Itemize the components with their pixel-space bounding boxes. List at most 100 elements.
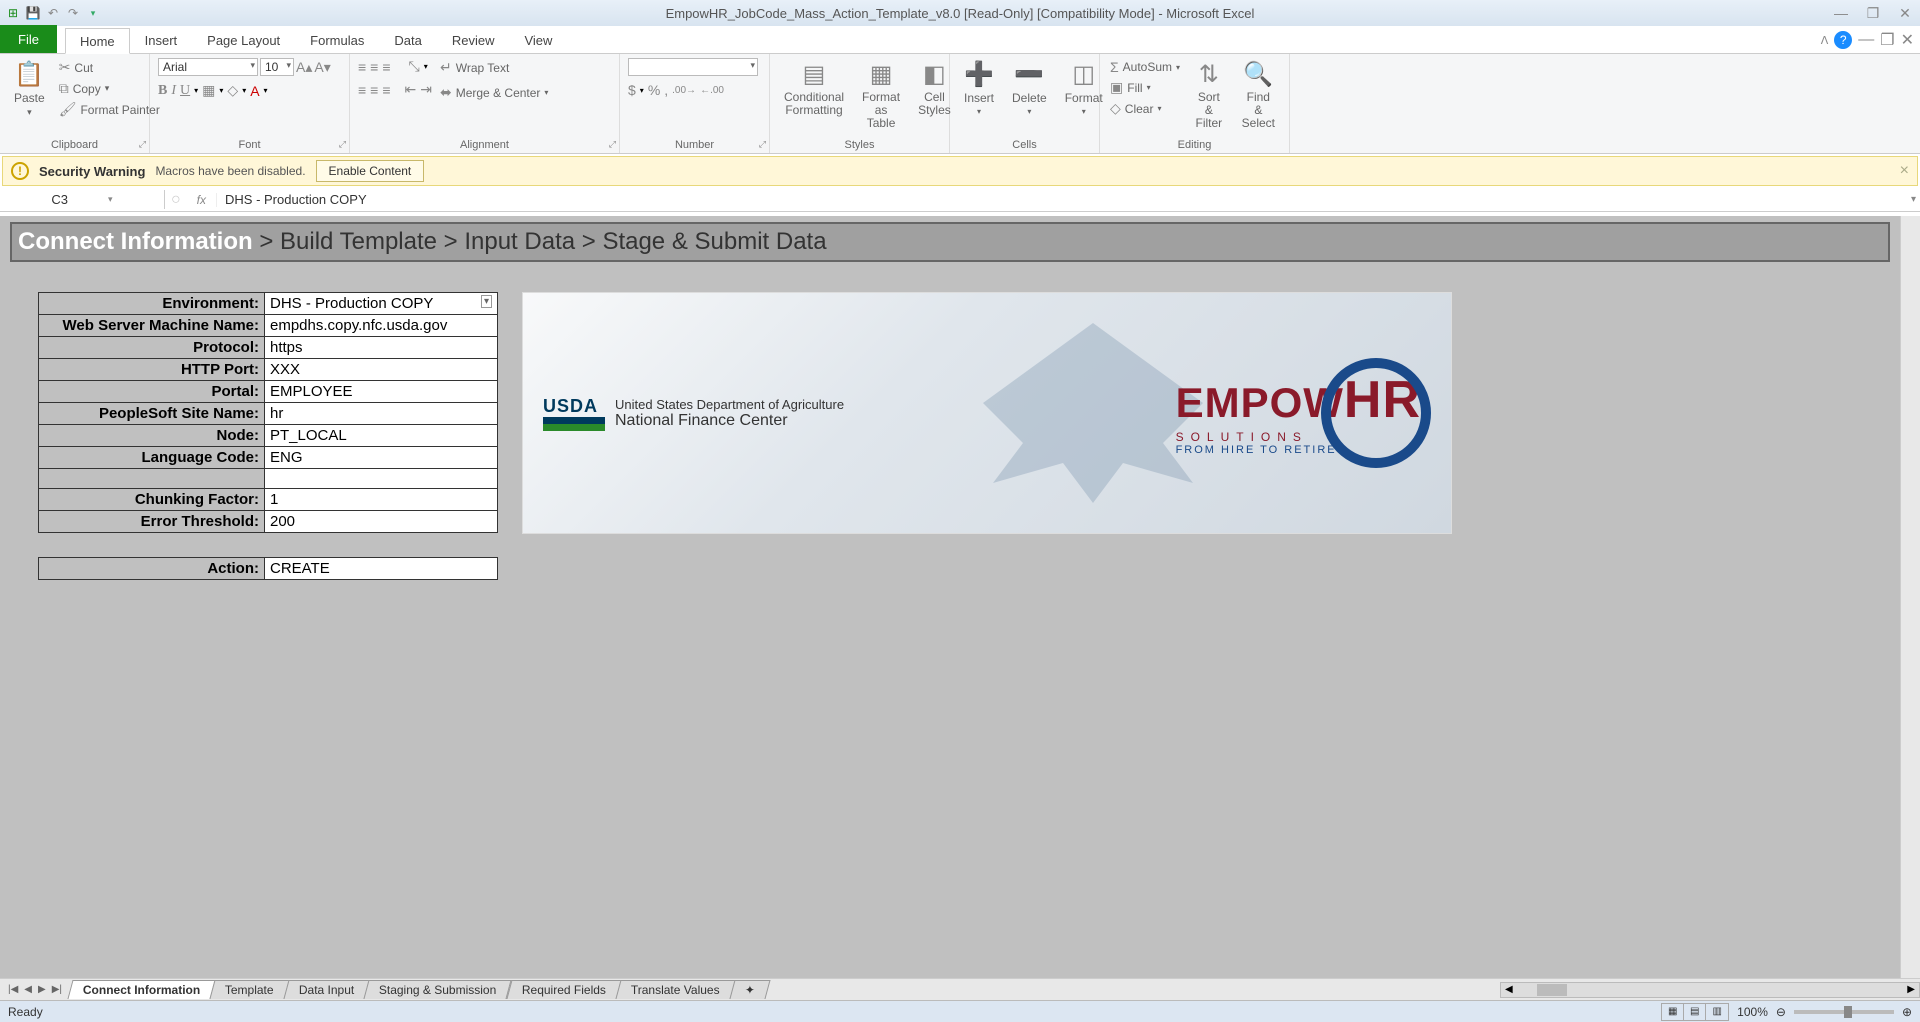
insert-button[interactable]: ➕Insert▾ [958,58,1000,118]
grow-font-icon[interactable]: A▴ [296,59,312,76]
format-painter-button[interactable]: 🖌Format Painter [57,100,162,119]
delete-button[interactable]: ➖Delete▾ [1006,58,1053,118]
increase-indent-icon[interactable]: ⇥ [420,81,432,98]
dropdown-icon[interactable]: ▾ [481,295,492,308]
ribbon-minimize-icon[interactable]: ᐱ [1821,34,1829,47]
font-size-combo[interactable]: 10 [260,58,294,76]
undo-icon[interactable]: ↶ [44,4,62,22]
align-middle-icon[interactable]: ≡ [370,59,378,75]
merge-center-button[interactable]: ⬌Merge & Center▾ [438,83,550,102]
zoom-level[interactable]: 100% [1737,1005,1768,1019]
zoom-slider[interactable] [1794,1010,1894,1014]
close-icon[interactable]: ✕ [1894,4,1916,22]
form-value[interactable]: EMPLOYEE [265,381,498,403]
redo-icon[interactable]: ↷ [64,4,82,22]
tab-data[interactable]: Data [379,27,436,53]
decrease-indent-icon[interactable]: ⇤ [405,81,417,98]
sheet-tab[interactable]: Template [210,980,290,999]
autosum-button[interactable]: ΣAutoSum▾ [1108,58,1182,76]
sheet-tab[interactable]: Translate Values [615,980,735,999]
fill-color-icon[interactable]: ◇ [227,82,238,99]
sheet-tab[interactable]: Data Input [283,980,369,999]
next-sheet-icon[interactable]: ▶ [36,984,48,995]
align-center-icon[interactable]: ≡ [370,82,378,98]
find-select-button[interactable]: 🔍Find & Select [1236,58,1281,133]
clipboard-launcher-icon[interactable]: ⤢ [139,139,146,150]
tab-review[interactable]: Review [437,27,510,53]
shrink-font-icon[interactable]: A▾ [314,59,330,76]
form-value[interactable]: ENG [265,447,498,469]
security-close-icon[interactable]: × [1900,162,1909,180]
sheet-tab[interactable]: Required Fields [506,980,621,999]
font-launcher-icon[interactable]: ⤢ [339,139,346,150]
align-right-icon[interactable]: ≡ [382,82,390,98]
underline-icon[interactable]: U [180,83,190,99]
cancel-formula-icon[interactable]: ○ [165,191,187,209]
vertical-scrollbar[interactable] [1900,216,1920,978]
workbook-close-icon[interactable]: ✕ [1901,30,1914,50]
form-value[interactable]: 200 [265,511,498,533]
align-left-icon[interactable]: ≡ [358,82,366,98]
form-value[interactable]: https [265,337,498,359]
qat-dropdown-icon[interactable]: ▾ [84,4,102,22]
form-value[interactable]: CREATE [265,558,498,580]
paste-button[interactable]: 📋 Paste ▾ [8,58,51,120]
cut-button[interactable]: ✂Cut [57,58,162,77]
tab-formulas[interactable]: Formulas [295,27,379,53]
percent-icon[interactable]: % [648,82,660,98]
increase-decimal-icon[interactable]: .00→ [672,85,696,96]
form-value[interactable]: 1 [265,489,498,511]
italic-icon[interactable]: I [171,83,176,99]
save-icon[interactable]: 💾 [24,4,42,22]
currency-icon[interactable]: $ [628,82,636,98]
fx-icon[interactable]: fx [187,193,217,207]
prev-sheet-icon[interactable]: ◀ [22,984,34,995]
align-top-icon[interactable]: ≡ [358,59,366,75]
sheet-tab[interactable]: Staging & Submission [364,980,512,999]
new-sheet-tab[interactable]: ✦ [729,980,770,999]
wrap-text-button[interactable]: ↵Wrap Text [438,58,550,77]
comma-icon[interactable]: , [664,82,668,98]
restore-icon[interactable]: ❐ [1862,4,1884,22]
conditional-formatting-button[interactable]: ▤Conditional Formatting [778,58,850,119]
form-value[interactable]: XXX [265,359,498,381]
orientation-icon[interactable]: ⤡ [409,58,420,75]
number-launcher-icon[interactable]: ⤢ [759,139,766,150]
align-bottom-icon[interactable]: ≡ [382,59,390,75]
font-color-icon[interactable]: A [250,83,259,99]
tab-insert[interactable]: Insert [130,27,193,53]
font-name-combo[interactable]: Arial [158,58,258,76]
number-format-combo[interactable] [628,58,758,76]
file-tab[interactable]: File [0,25,57,53]
enable-content-button[interactable]: Enable Content [316,160,425,182]
form-value[interactable]: hr [265,403,498,425]
copy-button[interactable]: ⧉Copy▾ [57,79,162,98]
horizontal-scrollbar[interactable]: ◀▶ [1500,982,1920,998]
workbook-restore-icon[interactable]: ❐ [1880,30,1894,50]
format-as-table-button[interactable]: ▦Format as Table [856,58,906,133]
fill-button[interactable]: ▣Fill▾ [1108,78,1182,97]
form-value[interactable]: PT_LOCAL [265,425,498,447]
bold-icon[interactable]: B [158,83,167,99]
page-break-view-icon[interactable]: ▥ [1706,1004,1728,1020]
page-layout-view-icon[interactable]: ▤ [1684,1004,1706,1020]
alignment-launcher-icon[interactable]: ⤢ [609,139,616,150]
worksheet-area[interactable]: Connect Information > Build Template > I… [0,216,1900,978]
tab-view[interactable]: View [509,27,567,53]
tab-page-layout[interactable]: Page Layout [192,27,295,53]
help-icon[interactable]: ? [1834,31,1852,49]
normal-view-icon[interactable]: ▦ [1662,1004,1684,1020]
zoom-in-icon[interactable]: ⊕ [1902,1005,1912,1019]
workbook-minimize-icon[interactable]: — [1858,31,1874,49]
name-box[interactable]: C3▾ [0,190,165,209]
last-sheet-icon[interactable]: ▶| [50,984,64,995]
formula-expand-icon[interactable]: ▾ [1911,194,1916,205]
form-value[interactable]: empdhs.copy.nfc.usda.gov [265,315,498,337]
sort-filter-button[interactable]: ⇅Sort & Filter [1188,58,1230,133]
zoom-out-icon[interactable]: ⊖ [1776,1005,1786,1019]
decrease-decimal-icon[interactable]: ←.00 [700,85,724,96]
first-sheet-icon[interactable]: |◀ [6,984,20,995]
formula-value[interactable]: DHS - Production COPY [217,192,367,207]
sheet-tab[interactable]: Connect Information [67,980,215,999]
clear-button[interactable]: ◇Clear▾ [1108,99,1182,118]
